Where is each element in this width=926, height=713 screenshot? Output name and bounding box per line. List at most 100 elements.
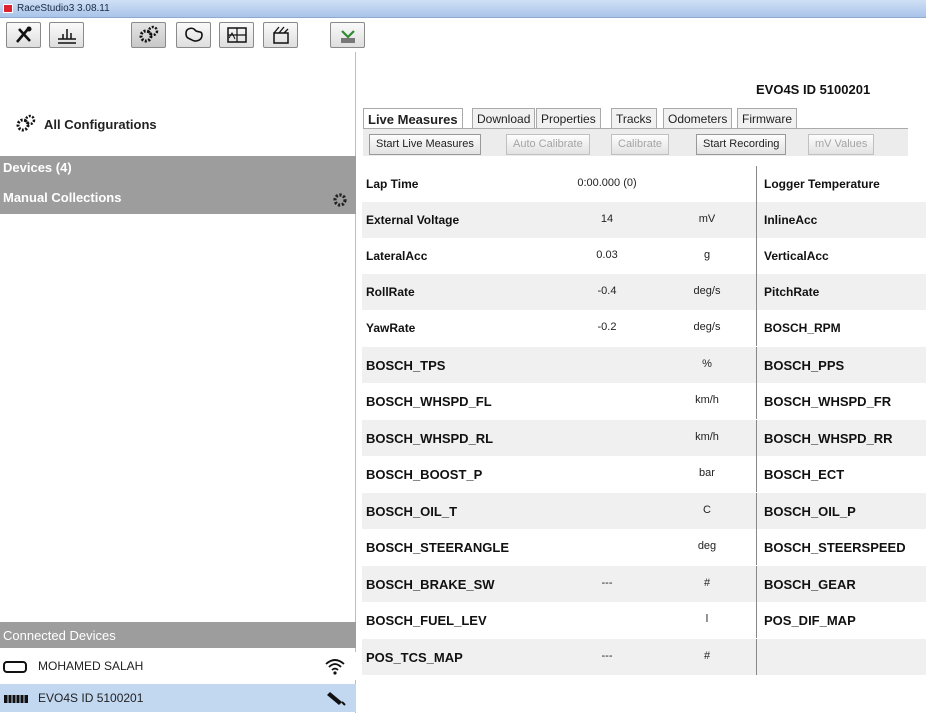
column-divider bbox=[756, 274, 757, 310]
devices-section[interactable]: Devices (4) bbox=[0, 156, 356, 188]
action-bar: Start Live Measures Auto Calibrate Calib… bbox=[363, 128, 908, 156]
channel-value: 0.03 bbox=[596, 249, 618, 261]
column-divider bbox=[756, 456, 757, 492]
calibrate-button[interactable]: Calibrate bbox=[611, 134, 670, 155]
app-window: RaceStudio3 3.08.11 All Configurations D… bbox=[0, 0, 926, 713]
channel-name: BOSCH_TPS bbox=[366, 358, 446, 373]
tools-icon bbox=[16, 26, 32, 43]
channel-value: --- bbox=[601, 577, 613, 589]
table-row: BOSCH_WHSPD_FL km/h BOSCH_WHSPD_FR bbox=[362, 383, 926, 419]
channel-name: BOSCH_BOOST_P bbox=[366, 467, 483, 482]
column-divider bbox=[756, 602, 757, 638]
column-divider bbox=[756, 166, 757, 202]
table-row: LateralAcc 0.03 g VerticalAcc bbox=[362, 238, 926, 274]
all-configurations-label: All Configurations bbox=[44, 117, 157, 132]
channel-name: BOSCH_FUEL_LEV bbox=[366, 613, 487, 628]
video-icon bbox=[273, 26, 289, 44]
table-row: Lap Time 0:00.000 (0) Logger Temperature bbox=[362, 166, 926, 202]
gear-icon[interactable] bbox=[332, 192, 348, 208]
device-label: MOHAMED SALAH bbox=[38, 659, 144, 673]
connected-devices-section: Connected Devices bbox=[0, 622, 356, 648]
channel-name-right: BOSCH_ECT bbox=[764, 467, 845, 482]
tracks-button[interactable] bbox=[176, 22, 211, 48]
channel-unit: g bbox=[703, 249, 711, 261]
tools-button[interactable] bbox=[6, 22, 41, 48]
table-row: External Voltage 14 mV InlineAcc bbox=[362, 202, 926, 238]
column-divider bbox=[756, 420, 757, 456]
column-divider bbox=[756, 639, 757, 675]
channel-unit: km/h bbox=[695, 394, 719, 406]
window-title: RaceStudio3 3.08.11 bbox=[17, 3, 110, 14]
channel-value: --- bbox=[601, 650, 613, 662]
channel-name-right: BOSCH_RPM bbox=[764, 321, 841, 335]
connected-devices-label: Connected Devices bbox=[3, 628, 116, 643]
channel-unit: deg bbox=[697, 540, 717, 552]
table-row: BOSCH_FUEL_LEV l POS_DIF_MAP bbox=[362, 602, 926, 638]
channel-name: BOSCH_STEERANGLE bbox=[366, 540, 510, 555]
table-row: RollRate -0.4 deg/s PitchRate bbox=[362, 274, 926, 310]
connected-device-item[interactable]: MOHAMED SALAH bbox=[0, 652, 356, 680]
column-divider bbox=[756, 529, 757, 565]
channel-unit: l bbox=[705, 613, 709, 625]
start-live-measures-button[interactable]: Start Live Measures bbox=[369, 134, 481, 155]
tab-download[interactable]: Download bbox=[472, 108, 536, 128]
manual-collections-label: Manual Collections bbox=[3, 190, 122, 205]
table-row: BOSCH_STEERANGLE deg BOSCH_STEERSPEED bbox=[362, 529, 926, 565]
channel-unit: bar bbox=[699, 467, 715, 479]
usb-plug-icon bbox=[327, 692, 346, 706]
channel-unit: deg/s bbox=[693, 321, 721, 333]
mv-values-button[interactable]: mV Values bbox=[808, 134, 875, 155]
video-button[interactable] bbox=[263, 22, 298, 48]
tracks-icon bbox=[185, 27, 203, 42]
table-row: BOSCH_TPS% BOSCH_PPS bbox=[362, 347, 926, 383]
table-row: BOSCH_WHSPD_RL km/h BOSCH_WHSPD_RR bbox=[362, 420, 926, 456]
device-label: EVO4S ID 5100201 bbox=[38, 691, 144, 705]
channel-value: 0:00.000 (0) bbox=[577, 177, 637, 189]
device-title: EVO4S ID 5100201 bbox=[756, 82, 871, 97]
column-divider bbox=[756, 202, 757, 238]
column-divider bbox=[756, 383, 757, 419]
sidebar: All Configurations Devices (4) Manual Co… bbox=[0, 52, 356, 713]
all-configurations-item[interactable]: All Configurations bbox=[0, 110, 356, 140]
table-row: YawRate -0.2 deg/s BOSCH_RPM bbox=[362, 310, 926, 346]
channel-name-right: BOSCH_OIL_P bbox=[764, 504, 856, 519]
column-divider bbox=[756, 310, 757, 346]
channel-name-right: BOSCH_WHSPD_RR bbox=[764, 431, 893, 446]
logger-icon bbox=[4, 695, 28, 703]
tab-live-measures[interactable]: Live Measures bbox=[363, 108, 463, 129]
column-divider bbox=[756, 347, 757, 383]
title-bar: RaceStudio3 3.08.11 bbox=[0, 0, 926, 18]
analysis-button[interactable] bbox=[49, 22, 84, 48]
configuration-icon bbox=[139, 25, 159, 43]
manual-collections-section[interactable]: Manual Collections bbox=[0, 188, 356, 214]
app-icon bbox=[3, 4, 13, 13]
channel-name-right: BOSCH_GEAR bbox=[764, 577, 856, 592]
channel-unit: % bbox=[702, 358, 712, 370]
channel-unit: C bbox=[703, 504, 711, 516]
channel-name-right: BOSCH_WHSPD_FR bbox=[764, 394, 892, 409]
tab-firmware[interactable]: Firmware bbox=[737, 108, 797, 128]
start-recording-button[interactable]: Start Recording bbox=[696, 134, 787, 155]
channel-name-right: PitchRate bbox=[764, 285, 820, 299]
dashboard-icon bbox=[227, 27, 247, 43]
tab-odometers[interactable]: Odometers bbox=[663, 108, 733, 128]
tab-tracks[interactable]: Tracks bbox=[611, 108, 657, 128]
download-button[interactable] bbox=[330, 22, 365, 48]
channel-name-right: BOSCH_STEERSPEED bbox=[764, 540, 906, 555]
analysis-icon bbox=[58, 29, 76, 44]
channel-name: BOSCH_WHSPD_RL bbox=[366, 431, 494, 446]
auto-calibrate-button[interactable]: Auto Calibrate bbox=[506, 134, 590, 155]
connected-device-item-selected[interactable]: EVO4S ID 5100201 bbox=[0, 684, 356, 712]
configuration-button[interactable] bbox=[131, 22, 166, 48]
tab-properties[interactable]: Properties bbox=[536, 108, 601, 128]
channel-name-right: POS_DIF_MAP bbox=[764, 613, 856, 628]
download-icon bbox=[341, 30, 355, 43]
channel-name: BOSCH_WHSPD_FL bbox=[366, 394, 492, 409]
channel-value: 14 bbox=[600, 213, 614, 225]
column-divider bbox=[756, 493, 757, 529]
channel-name: External Voltage bbox=[366, 213, 460, 227]
toolbar bbox=[0, 18, 926, 52]
dashboard-button[interactable] bbox=[219, 22, 254, 48]
column-divider bbox=[756, 238, 757, 274]
channel-name: Lap Time bbox=[366, 177, 419, 191]
